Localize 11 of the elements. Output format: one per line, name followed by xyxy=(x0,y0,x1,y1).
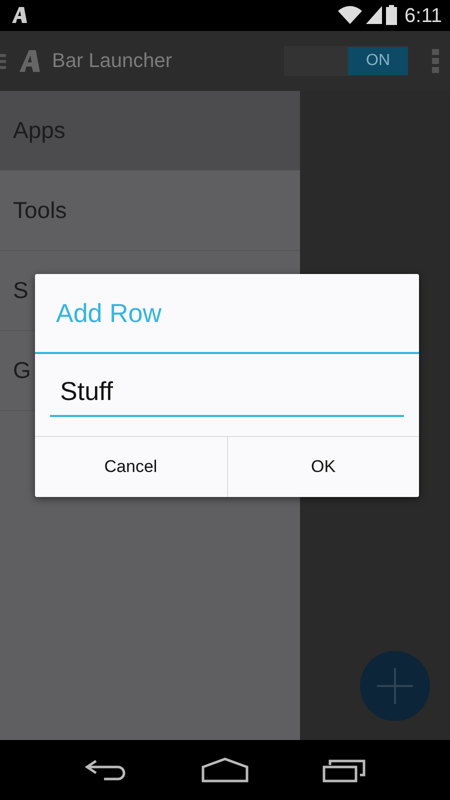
text-input[interactable]: Stuff xyxy=(50,368,404,417)
dialog-title: Add Row xyxy=(35,274,419,354)
dialog-button[interactable]: Cancel xyxy=(35,437,226,497)
recent-apps-icon[interactable] xyxy=(322,757,366,783)
dialog-button[interactable]: OK xyxy=(226,437,419,497)
app-title: Bar Launcher xyxy=(52,49,172,74)
plus-icon xyxy=(375,666,415,706)
battery-icon xyxy=(386,4,397,28)
status-time: 6:11 xyxy=(404,4,442,28)
toggle-switch[interactable]: ON xyxy=(284,46,408,76)
home-icon[interactable] xyxy=(200,757,249,783)
